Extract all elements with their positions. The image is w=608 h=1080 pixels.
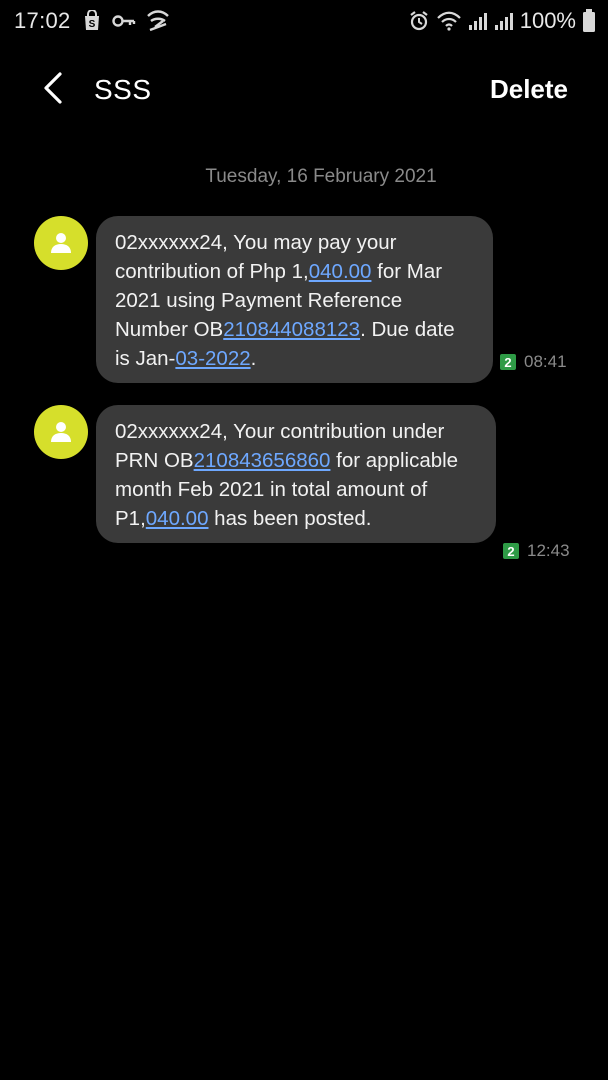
- alarm-icon: [408, 10, 430, 32]
- system-icons: 100%: [408, 8, 596, 34]
- message-link[interactable]: 040.00: [309, 260, 372, 283]
- delete-button[interactable]: Delete: [490, 74, 568, 105]
- message-text: has been posted.: [208, 507, 372, 530]
- sim-badge: 2: [500, 354, 516, 370]
- conversation-header: SSS Delete: [0, 60, 608, 120]
- date-separator: Tuesday, 16 February 2021: [205, 166, 437, 187]
- message-time: 12:43: [527, 541, 570, 560]
- svg-text:S: S: [89, 19, 96, 30]
- message-link[interactable]: 210844088123: [223, 318, 360, 341]
- signal-icon: [494, 11, 514, 31]
- message-meta: 2 12:43: [503, 541, 570, 561]
- conversation-title: SSS: [94, 74, 152, 105]
- person-icon: [51, 233, 71, 253]
- avatar[interactable]: [34, 216, 88, 270]
- wifi-icon: [436, 10, 462, 32]
- status-bar: 17:02 S 100%: [0, 0, 608, 44]
- shop-icon: S: [82, 10, 102, 32]
- back-button[interactable]: [36, 70, 72, 106]
- message-bubble[interactable]: 02xxxxxx24, You may pay your contributio…: [96, 216, 493, 383]
- person-icon: [51, 422, 71, 442]
- message-time: 08:41: [524, 352, 567, 371]
- key-icon: [112, 12, 136, 30]
- back-arrow-icon: [44, 72, 62, 104]
- signal-icon: [468, 11, 488, 31]
- message-link[interactable]: 03-2022: [175, 347, 250, 370]
- notification-icons: S: [82, 10, 170, 32]
- message-bubble[interactable]: 02xxxxxx24, Your contribution under PRN …: [96, 405, 496, 543]
- message-link[interactable]: 210843656860: [194, 449, 331, 472]
- message-text: .: [250, 347, 257, 370]
- status-time: 17:02: [14, 8, 71, 33]
- message-link[interactable]: 040.00: [146, 507, 209, 530]
- avatar[interactable]: [34, 405, 88, 459]
- network-speed-icon: [146, 10, 170, 32]
- battery-percent: 100%: [519, 8, 576, 33]
- sim-badge: 2: [503, 543, 519, 559]
- battery-icon: [582, 9, 596, 33]
- message-meta: 2 08:41: [500, 352, 567, 372]
